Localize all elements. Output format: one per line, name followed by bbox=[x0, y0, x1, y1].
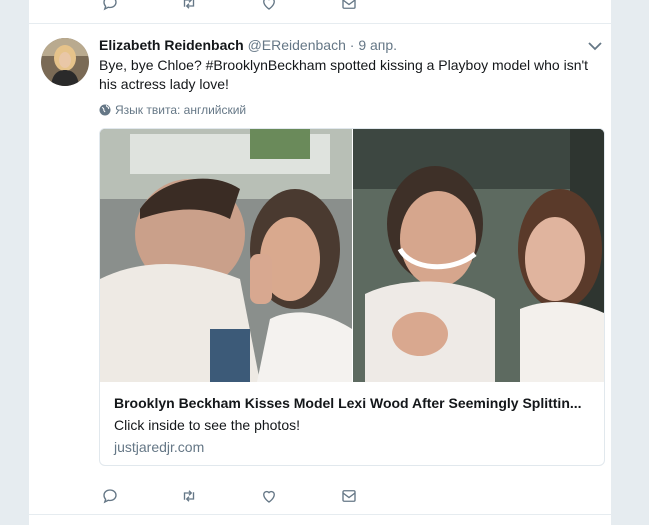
tweet-language-label: Язык твита: английский bbox=[115, 103, 247, 117]
retweet-icon bbox=[183, 490, 195, 502]
tweet[interactable]: Elizabeth Reidenbach @EReidenbach · 9 ап… bbox=[29, 25, 613, 515]
heart-icon bbox=[263, 0, 275, 10]
hashtag-link[interactable]: #BrooklynBeckham bbox=[206, 57, 327, 73]
retweet-icon bbox=[183, 0, 195, 9]
envelope-icon bbox=[342, 0, 356, 9]
chevron-down-icon bbox=[588, 42, 602, 51]
previous-dm-button[interactable] bbox=[336, 0, 362, 15]
envelope-icon bbox=[342, 490, 356, 502]
more-options-button[interactable] bbox=[587, 38, 603, 54]
previous-retweet-button[interactable] bbox=[176, 0, 202, 15]
card-domain: justjaredjr.com bbox=[114, 439, 205, 455]
reply-icon bbox=[103, 489, 117, 504]
link-card[interactable]: Brooklyn Beckham Kisses Model Lexi Wood … bbox=[99, 128, 605, 466]
previous-reply-button[interactable] bbox=[97, 0, 123, 15]
dm-button[interactable] bbox=[336, 484, 362, 508]
author-username[interactable]: @EReidenbach bbox=[248, 37, 346, 53]
tweet-actions bbox=[29, 484, 613, 508]
author-fullname[interactable]: Elizabeth Reidenbach bbox=[99, 37, 244, 53]
card-title[interactable]: Brooklyn Beckham Kisses Model Lexi Wood … bbox=[114, 393, 592, 413]
globe-icon bbox=[99, 104, 111, 116]
retweet-button[interactable] bbox=[176, 484, 202, 508]
tweet-text-part1: Bye, bye Chloe? bbox=[99, 57, 206, 73]
tweet-header: Elizabeth Reidenbach @EReidenbach · 9 ап… bbox=[99, 37, 397, 53]
avatar[interactable] bbox=[41, 38, 89, 86]
separator-dot: · bbox=[349, 37, 355, 53]
timeline-column: Elizabeth Reidenbach @EReidenbach · 9 ап… bbox=[28, 0, 613, 525]
like-button[interactable] bbox=[256, 484, 282, 508]
heart-icon bbox=[263, 490, 275, 503]
tweet-text: Bye, bye Chloe? #BrooklynBeckham spotted… bbox=[99, 56, 599, 94]
tweet-language: Язык твита: английский bbox=[99, 103, 246, 117]
tweet-timestamp[interactable]: 9 апр. bbox=[358, 37, 397, 53]
card-description: Click inside to see the photos! bbox=[114, 417, 300, 433]
card-image[interactable] bbox=[100, 129, 604, 382]
reply-button[interactable] bbox=[97, 484, 123, 508]
card-body[interactable]: Brooklyn Beckham Kisses Model Lexi Wood … bbox=[100, 382, 604, 465]
right-panel-background bbox=[612, 0, 649, 525]
previous-tweet-actions bbox=[29, 0, 613, 24]
previous-like-button[interactable] bbox=[256, 0, 282, 15]
reply-icon bbox=[103, 0, 117, 11]
